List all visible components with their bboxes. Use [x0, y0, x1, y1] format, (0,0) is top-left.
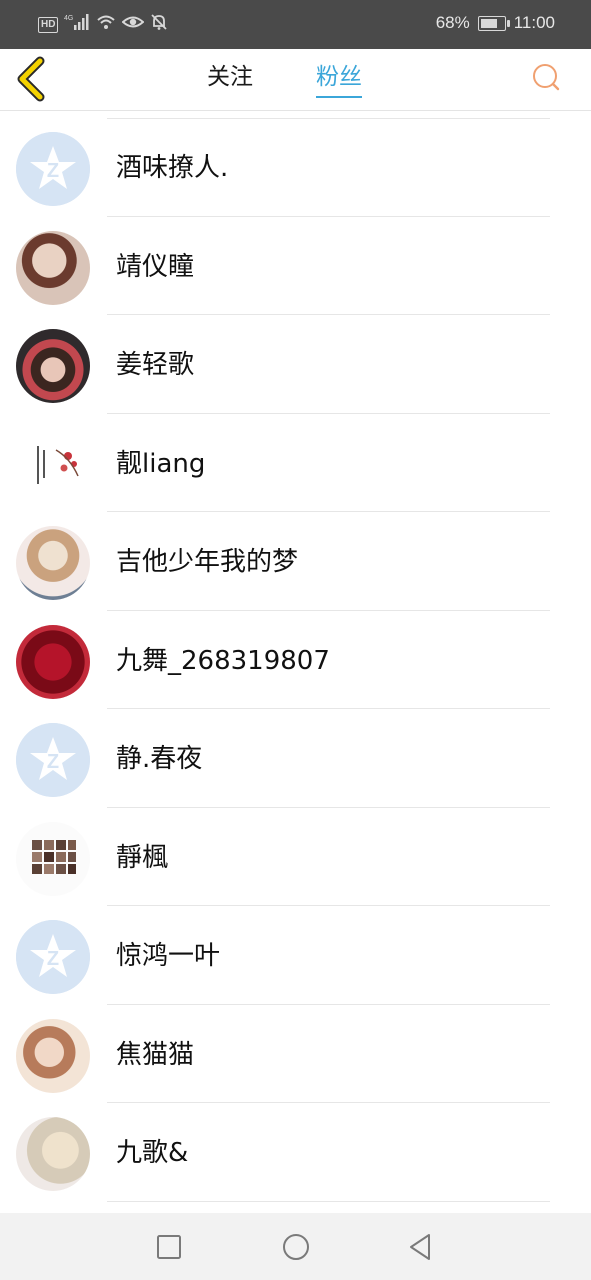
search-button[interactable]	[531, 62, 561, 92]
fans-list: Z 酒味撩人. 靖仪瞳 姜轻歌 靓liang 吉他少年我的梦 九舞_268319…	[0, 118, 591, 1202]
chevron-left-icon	[17, 56, 45, 102]
fan-list-item[interactable]: 靜楓	[0, 808, 591, 906]
fan-name: 姜轻歌	[116, 350, 195, 380]
wifi-icon	[96, 13, 116, 36]
fan-list-item[interactable]: 姜轻歌	[0, 315, 591, 414]
status-left: HD 4G	[38, 13, 168, 36]
avatar-art	[16, 821, 90, 896]
signal-icon: 4G	[64, 13, 90, 36]
fan-name: 酒味撩人.	[116, 153, 229, 183]
fan-name: 靜楓	[116, 842, 169, 873]
mute-bell-icon	[150, 13, 168, 36]
avatar[interactable]	[16, 427, 90, 502]
default-avatar-icon: Z	[16, 132, 90, 206]
battery-icon	[477, 15, 510, 31]
avatar[interactable]	[16, 329, 90, 403]
avatar[interactable]: Z	[16, 132, 90, 206]
svg-text:Z: Z	[47, 160, 59, 182]
system-nav-bar	[0, 1213, 591, 1280]
avatar[interactable]	[16, 821, 90, 896]
fan-name: 九舞_268319807	[116, 645, 330, 676]
home-icon	[283, 1234, 309, 1260]
svg-text:Z: Z	[47, 751, 59, 773]
fan-list-item[interactable]: Z 惊鸿一叶	[0, 906, 591, 1005]
avatar[interactable]: Z	[16, 723, 90, 797]
fan-name: 静.春夜	[116, 744, 203, 774]
avatar[interactable]	[16, 526, 90, 600]
eye-icon	[121, 13, 145, 36]
avatar[interactable]	[16, 1018, 90, 1093]
fan-list-item[interactable]: 九舞_268319807	[0, 611, 591, 709]
fan-name: 吉他少年我的梦	[116, 547, 299, 577]
default-avatar-icon: Z	[16, 723, 90, 797]
search-icon	[533, 64, 560, 91]
fan-list-item[interactable]: 靖仪瞳	[0, 217, 591, 315]
default-avatar-icon: Z	[16, 920, 90, 994]
fan-name: 九歌&	[116, 1138, 189, 1168]
avatar[interactable]	[16, 624, 90, 699]
home-button[interactable]	[280, 1231, 312, 1263]
hd-badge: HD	[38, 16, 59, 33]
system-back-button[interactable]	[405, 1231, 437, 1263]
fan-name: 靖仪瞳	[116, 251, 195, 282]
svg-text:Z: Z	[47, 948, 59, 970]
fan-name: 靓liang	[116, 448, 206, 479]
avatar[interactable]: Z	[16, 920, 90, 994]
divider	[107, 1200, 550, 1202]
fan-list-item[interactable]: 吉他少年我的梦	[0, 512, 591, 611]
fan-list-item[interactable]: 九歌&	[0, 1103, 591, 1202]
fan-list-item[interactable]: Z 酒味撩人.	[0, 118, 591, 217]
fan-list-item[interactable]: 焦猫猫	[0, 1005, 591, 1103]
tab-fans[interactable]: 粉丝	[316, 63, 362, 98]
battery-percent: 68%	[435, 13, 470, 32]
back-triangle-icon	[410, 1234, 430, 1260]
avatar[interactable]	[16, 230, 90, 305]
network-type: 4G	[64, 15, 73, 22]
status-right: 68% 11:00	[436, 13, 555, 33]
avatar-art	[16, 427, 90, 502]
status-bar: HD 4G 68% 11:00	[0, 0, 591, 49]
avatar[interactable]	[16, 1117, 90, 1191]
tab-following[interactable]: 关注	[207, 63, 253, 96]
back-button[interactable]	[14, 55, 54, 103]
fan-list-item[interactable]: 靓liang	[0, 414, 591, 512]
fan-name: 焦猫猫	[116, 1039, 195, 1070]
fan-list-item[interactable]: Z 静.春夜	[0, 709, 591, 808]
recent-apps-icon	[157, 1235, 181, 1259]
fan-name: 惊鸿一叶	[116, 941, 221, 971]
clock: 11:00	[513, 13, 555, 32]
header: 关注 粉丝	[0, 49, 591, 111]
recent-apps-button[interactable]	[153, 1231, 185, 1263]
